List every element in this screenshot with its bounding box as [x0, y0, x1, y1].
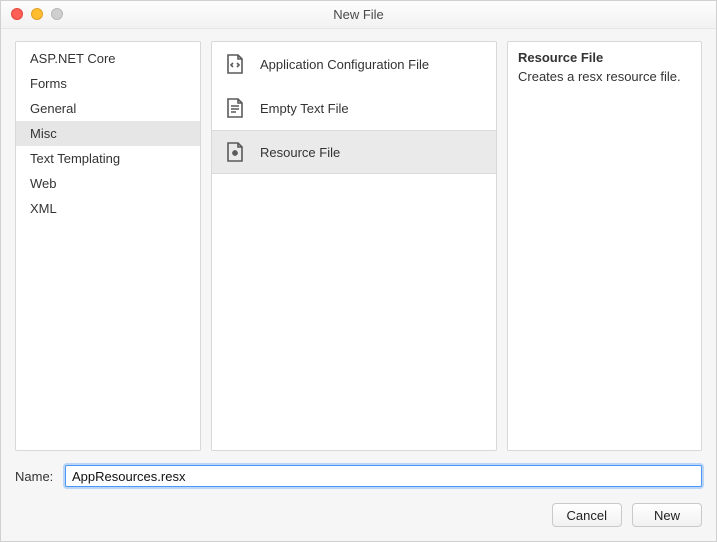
window-controls — [11, 8, 63, 20]
template-item-empty-text[interactable]: Empty Text File — [212, 86, 496, 130]
text-file-icon — [222, 95, 248, 121]
button-row: Cancel New — [15, 503, 702, 527]
description-panel: Resource File Creates a resx resource fi… — [507, 41, 702, 451]
description-title: Resource File — [518, 50, 691, 65]
template-item-app-config[interactable]: Application Configuration File — [212, 42, 496, 86]
dialog-body: ASP.NET Core Forms General Misc Text Tem… — [1, 29, 716, 541]
code-file-icon — [222, 51, 248, 77]
titlebar: New File — [1, 1, 716, 29]
category-item-forms[interactable]: Forms — [16, 71, 200, 96]
template-label: Application Configuration File — [260, 57, 429, 72]
new-file-dialog: New File ASP.NET Core Forms General Misc… — [0, 0, 717, 542]
template-item-resource-file[interactable]: Resource File — [212, 130, 496, 174]
description-text: Creates a resx resource file. — [518, 68, 691, 86]
category-item-xml[interactable]: XML — [16, 196, 200, 221]
category-item-general[interactable]: General — [16, 96, 200, 121]
name-label: Name: — [15, 469, 57, 484]
new-button[interactable]: New — [632, 503, 702, 527]
template-label: Empty Text File — [260, 101, 349, 116]
category-list[interactable]: ASP.NET Core Forms General Misc Text Tem… — [16, 42, 200, 225]
template-label: Resource File — [260, 145, 340, 160]
template-list[interactable]: Application Configuration File — [212, 42, 496, 174]
template-panel: Application Configuration File — [211, 41, 497, 451]
columns: ASP.NET Core Forms General Misc Text Tem… — [15, 41, 702, 451]
name-input[interactable] — [65, 465, 702, 487]
category-item-aspnet-core[interactable]: ASP.NET Core — [16, 46, 200, 71]
resource-file-icon — [222, 139, 248, 165]
name-row: Name: — [15, 465, 702, 487]
minimize-window-button[interactable] — [31, 8, 43, 20]
maximize-window-button — [51, 8, 63, 20]
category-panel: ASP.NET Core Forms General Misc Text Tem… — [15, 41, 201, 451]
category-item-misc[interactable]: Misc — [16, 121, 200, 146]
cancel-button[interactable]: Cancel — [552, 503, 622, 527]
category-item-text-templating[interactable]: Text Templating — [16, 146, 200, 171]
category-item-web[interactable]: Web — [16, 171, 200, 196]
window-title: New File — [1, 1, 716, 29]
close-window-button[interactable] — [11, 8, 23, 20]
